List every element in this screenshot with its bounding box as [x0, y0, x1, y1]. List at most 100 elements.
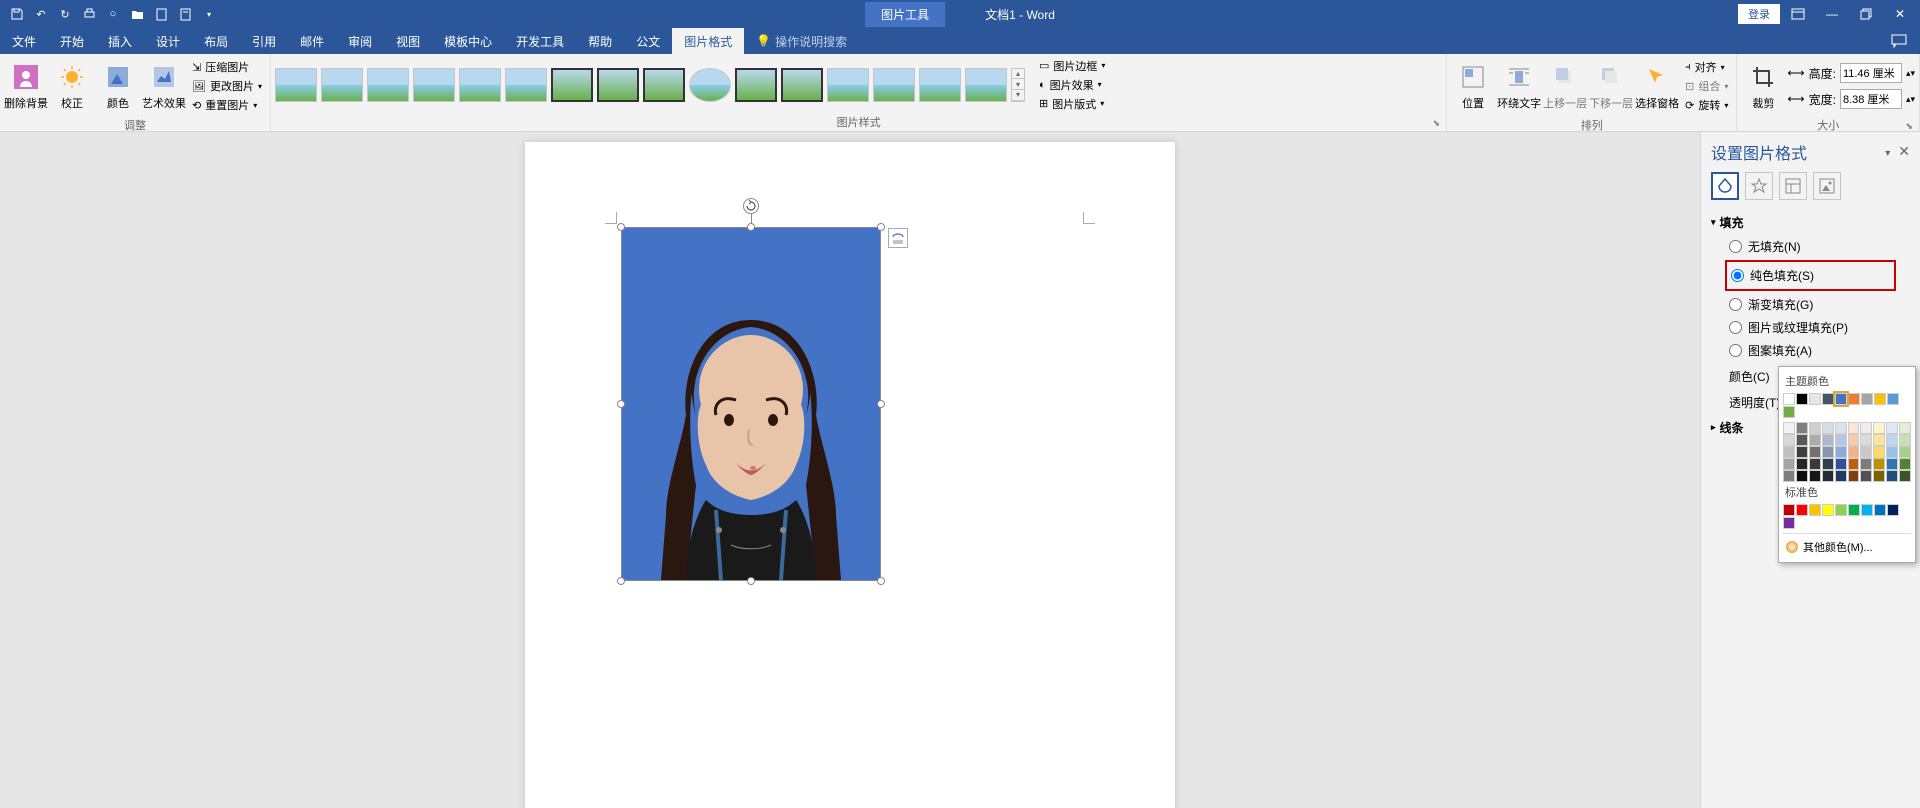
resize-handle[interactable]	[877, 400, 885, 408]
color-swatch[interactable]	[1822, 504, 1834, 516]
color-swatch[interactable]	[1822, 422, 1834, 434]
style-thumb[interactable]	[505, 68, 547, 102]
style-thumb[interactable]	[459, 68, 501, 102]
style-thumb[interactable]	[321, 68, 363, 102]
color-swatch[interactable]	[1899, 446, 1911, 458]
color-swatch[interactable]	[1783, 406, 1795, 418]
color-swatch[interactable]	[1796, 422, 1808, 434]
color-swatch[interactable]	[1848, 422, 1860, 434]
color-swatch[interactable]	[1822, 434, 1834, 446]
style-thumb[interactable]	[367, 68, 409, 102]
restore-icon[interactable]	[1850, 2, 1882, 26]
resize-handle[interactable]	[747, 223, 755, 231]
color-swatch[interactable]	[1873, 446, 1885, 458]
color-swatch[interactable]	[1835, 470, 1847, 482]
tab-design[interactable]: 设计	[144, 28, 192, 54]
color-swatch[interactable]	[1886, 458, 1898, 470]
comments-icon[interactable]	[1888, 29, 1920, 53]
layout-options-button[interactable]	[888, 228, 908, 248]
save-icon[interactable]	[8, 5, 26, 23]
color-swatch[interactable]	[1783, 446, 1795, 458]
tab-mail[interactable]: 邮件	[288, 28, 336, 54]
tab-insert[interactable]: 插入	[96, 28, 144, 54]
color-swatch[interactable]	[1783, 458, 1795, 470]
ribbon-options-icon[interactable]	[1782, 2, 1814, 26]
tab-review[interactable]: 审阅	[336, 28, 384, 54]
pane-options-icon[interactable]: ▾	[1885, 148, 1890, 159]
color-swatch[interactable]	[1861, 393, 1873, 405]
height-input[interactable]	[1840, 63, 1902, 83]
color-swatch[interactable]	[1886, 446, 1898, 458]
color-swatch[interactable]	[1809, 458, 1821, 470]
color-swatch[interactable]	[1874, 504, 1886, 516]
position-button[interactable]: 位置	[1451, 56, 1495, 116]
selected-picture[interactable]	[621, 227, 881, 581]
color-swatch[interactable]	[1886, 422, 1898, 434]
color-swatch[interactable]	[1848, 504, 1860, 516]
color-swatch[interactable]	[1860, 434, 1872, 446]
color-swatch[interactable]	[1899, 458, 1911, 470]
pattern-fill-radio[interactable]: 图案填充(A)	[1711, 339, 1910, 362]
color-swatch[interactable]	[1835, 434, 1847, 446]
selection-pane-button[interactable]: 选择窗格	[1635, 56, 1679, 116]
artistic-effects-button[interactable]: 艺术效果	[142, 56, 186, 116]
circle-icon[interactable]: ○	[104, 5, 122, 23]
page-icon[interactable]	[176, 5, 194, 23]
color-swatch[interactable]	[1886, 470, 1898, 482]
change-picture-button[interactable]: 🖼更改图片▾	[188, 77, 266, 96]
style-thumb[interactable]	[413, 68, 455, 102]
tab-home[interactable]: 开始	[48, 28, 96, 54]
group-button[interactable]: ⊡组合▾	[1681, 77, 1732, 96]
color-swatch[interactable]	[1860, 470, 1872, 482]
color-swatch[interactable]	[1861, 504, 1873, 516]
color-swatch[interactable]	[1796, 434, 1808, 446]
resize-handle[interactable]	[747, 577, 755, 585]
resize-handle[interactable]	[617, 577, 625, 585]
compress-picture-button[interactable]: ⇲压缩图片	[188, 58, 266, 77]
color-swatch[interactable]	[1887, 504, 1899, 516]
spinner-icon[interactable]: ▴▾	[1906, 69, 1915, 77]
color-swatch[interactable]	[1796, 470, 1808, 482]
color-swatch[interactable]	[1809, 446, 1821, 458]
color-swatch[interactable]	[1783, 434, 1795, 446]
style-thumb[interactable]	[965, 68, 1007, 102]
color-swatch[interactable]	[1809, 393, 1821, 405]
color-swatch[interactable]	[1783, 422, 1795, 434]
color-swatch[interactable]	[1848, 458, 1860, 470]
color-swatch[interactable]	[1887, 393, 1899, 405]
color-swatch[interactable]	[1835, 422, 1847, 434]
tab-gongwen[interactable]: 公文	[624, 28, 672, 54]
color-swatch[interactable]	[1899, 470, 1911, 482]
style-thumb[interactable]	[643, 68, 685, 102]
color-swatch[interactable]	[1873, 458, 1885, 470]
style-thumb[interactable]	[735, 68, 777, 102]
tab-file[interactable]: 文件	[0, 28, 48, 54]
color-swatch[interactable]	[1874, 393, 1886, 405]
align-button[interactable]: ⫞对齐▾	[1681, 58, 1732, 77]
color-swatch[interactable]	[1822, 393, 1834, 405]
width-input[interactable]	[1840, 89, 1902, 109]
tab-developer[interactable]: 开发工具	[504, 28, 576, 54]
bring-forward-button[interactable]: 上移一层	[1543, 56, 1587, 116]
fill-section-header[interactable]: ▾填充	[1711, 210, 1910, 235]
color-swatch[interactable]	[1848, 446, 1860, 458]
color-swatch[interactable]	[1848, 393, 1860, 405]
tell-me-search[interactable]: 💡 操作说明搜索	[744, 33, 859, 50]
dialog-launcher-icon[interactable]: ⬊	[1905, 121, 1913, 132]
no-fill-radio[interactable]: 无填充(N)	[1711, 235, 1910, 258]
repeat-icon[interactable]: ↻	[56, 5, 74, 23]
pane-tab-picture[interactable]	[1813, 172, 1841, 200]
solid-fill-radio[interactable]: 纯色填充(S)	[1731, 264, 1890, 287]
print-icon[interactable]	[80, 5, 98, 23]
picture-effects-button[interactable]: ◐图片效果▾	[1035, 75, 1109, 94]
color-swatch[interactable]	[1873, 470, 1885, 482]
pane-close-icon[interactable]: ✕	[1898, 143, 1910, 159]
rotate-button[interactable]: ⟳旋转▾	[1681, 96, 1732, 115]
color-swatch[interactable]	[1822, 470, 1834, 482]
reset-picture-button[interactable]: ⟲重置图片▾	[188, 96, 266, 115]
resize-handle[interactable]	[617, 223, 625, 231]
color-swatch[interactable]	[1835, 504, 1847, 516]
color-swatch[interactable]	[1873, 434, 1885, 446]
minimize-icon[interactable]: —	[1816, 2, 1848, 26]
remove-background-button[interactable]: 删除背景	[4, 56, 48, 116]
